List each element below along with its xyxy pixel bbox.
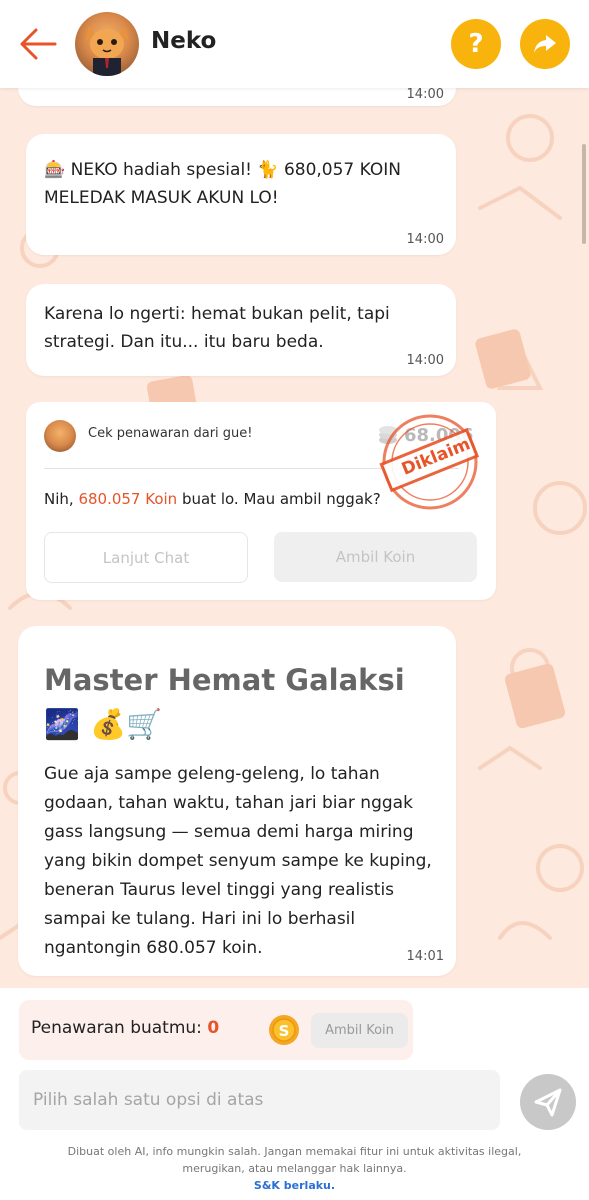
offer-body: Nih, 680.057 Koin buat lo. Mau ambil ngg…	[44, 490, 381, 508]
bottom-panel: Penawaran buatmu: 0 S Ambil Koin Pilih s…	[0, 988, 589, 1200]
scrollbar[interactable]	[582, 144, 586, 244]
offer-bar-claim-button[interactable]: Ambil Koin	[311, 1013, 408, 1048]
message-time: 14:00	[406, 232, 444, 247]
message-title: Master Hemat Galaksi 🌌 💰🛒	[44, 663, 405, 741]
message-input[interactable]: Pilih salah satu opsi di atas	[19, 1070, 500, 1130]
terms-link[interactable]: S&K berlaku.	[0, 1177, 589, 1194]
message-text: Karena lo ngerti: hemat bukan pelit, tap…	[44, 304, 390, 352]
message-bubble: Karena lo ngerti: hemat bukan pelit, tap…	[26, 284, 456, 376]
offer-card: Cek penawaran dari gue! 68.006 Nih, 680.…	[26, 402, 496, 600]
back-arrow-icon[interactable]	[18, 26, 58, 62]
disclaimer: Dibuat oleh AI, info mungkin salah. Jang…	[0, 1143, 589, 1194]
message-time: 14:00	[406, 88, 444, 102]
share-button[interactable]	[520, 19, 570, 69]
message-time: 14:01	[406, 949, 444, 964]
svg-text:S: S	[279, 1022, 290, 1040]
avatar[interactable]	[75, 12, 139, 76]
offer-body-prefix: Nih,	[44, 490, 79, 508]
help-button[interactable]: ?	[451, 19, 501, 69]
chat-title: Neko	[151, 28, 217, 54]
offer-bar: Penawaran buatmu: 0 S Ambil Koin	[19, 1000, 413, 1060]
continue-chat-button[interactable]: Lanjut Chat	[44, 532, 248, 583]
chat-header: Neko ?	[0, 0, 589, 88]
offer-count: 0	[207, 1018, 220, 1038]
claim-coin-button[interactable]: Ambil Koin	[274, 532, 477, 582]
help-icon: ?	[468, 29, 484, 59]
coin-icon: S	[269, 1015, 299, 1045]
offer-header-text: Cek penawaran dari gue!	[88, 426, 253, 441]
offer-bar-label: Penawaran buatmu: 0	[31, 1018, 220, 1038]
disclaimer-line: merugikan, atau melanggar hak lainnya.	[182, 1162, 407, 1175]
cat-avatar-icon	[85, 26, 129, 76]
offer-body-suffix: buat lo. Mau ambil nggak?	[177, 490, 381, 508]
disclaimer-line: Dibuat oleh AI, info mungkin salah. Jang…	[67, 1145, 522, 1158]
message-bubble: 🎰 NEKO hadiah spesial! 🐈 680,057 KOIN ME…	[26, 134, 456, 255]
offer-highlight: 680.057 Koin	[78, 490, 178, 508]
offer-avatar	[44, 420, 76, 452]
send-button[interactable]	[520, 1074, 576, 1130]
message-input-placeholder: Pilih salah satu opsi di atas	[33, 1090, 264, 1110]
message-text: 🎰 NEKO hadiah spesial! 🐈 680,057 KOIN ME…	[44, 160, 401, 208]
message-text: Gue aja sampe geleng-geleng, lo tahan go…	[44, 764, 432, 958]
message-bubble-long: Master Hemat Galaksi 🌌 💰🛒 Gue aja sampe …	[18, 626, 456, 976]
chat-area[interactable]: 14:00 🎰 NEKO hadiah spesial! 🐈 680,057 K…	[0, 88, 589, 988]
message-bubble: 14:00	[18, 88, 456, 106]
send-icon	[534, 1088, 562, 1117]
message-time: 14:00	[406, 353, 444, 368]
share-icon	[534, 35, 556, 53]
